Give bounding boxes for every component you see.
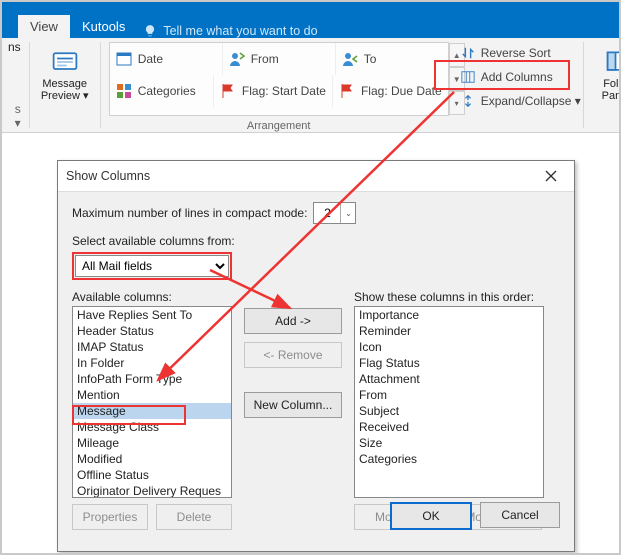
list-item[interactable]: Modified [73, 451, 231, 467]
close-button[interactable] [536, 164, 566, 188]
add-button[interactable]: Add -> [244, 308, 342, 334]
expand-collapse-icon [461, 94, 475, 108]
calendar-icon [116, 51, 132, 67]
person-to-icon [342, 51, 358, 67]
cancel-button[interactable]: Cancel [480, 502, 560, 528]
message-preview-label: Message Preview ▾ [41, 78, 89, 102]
available-label: Available columns: [72, 290, 232, 304]
gallery-to[interactable]: To [336, 43, 448, 75]
list-item[interactable]: Have Replies Sent To [73, 307, 231, 323]
gallery-categories-label: Categories [138, 84, 196, 98]
list-item[interactable]: Message Class [73, 419, 231, 435]
message-preview-icon [51, 48, 79, 76]
flag-icon [339, 83, 355, 99]
gallery-to-label: To [364, 52, 377, 66]
list-item[interactable]: IMAP Status [73, 339, 231, 355]
gallery-flag-due[interactable]: Flag: Due Date [333, 75, 448, 107]
remove-button: <- Remove [244, 342, 342, 368]
reverse-sort-icon [461, 46, 475, 60]
gallery-categories[interactable]: Categories [110, 75, 214, 107]
list-item[interactable]: Reminder [355, 323, 543, 339]
properties-button: Properties [72, 504, 148, 530]
select-from-label: Select available columns from: [72, 234, 560, 248]
lightbulb-icon [143, 24, 157, 38]
select-from-combo[interactable]: All Mail fields [75, 255, 229, 277]
arrangement-group-label: Arrangement [103, 120, 455, 132]
folder-pane-icon [605, 48, 621, 76]
expand-collapse-label: Expand/Collapse ▾ [481, 94, 581, 108]
list-item[interactable]: Flag Status [355, 355, 543, 371]
list-item[interactable]: Originator Delivery Reques [73, 483, 231, 498]
list-item[interactable]: Categories [355, 451, 543, 467]
close-icon [545, 170, 557, 182]
add-columns-icon [461, 70, 475, 84]
list-item[interactable]: Subject [355, 403, 543, 419]
gallery-from-label: From [251, 52, 279, 66]
folder-pane-label: Folder Pane ▾ [602, 78, 621, 102]
folder-pane-button[interactable]: Folder Pane ▾ [592, 40, 621, 110]
gallery-flag-start[interactable]: Flag: Start Date [214, 75, 333, 107]
list-item[interactable]: From [355, 387, 543, 403]
new-column-button[interactable]: New Column... [244, 392, 342, 418]
gallery-date-label: Date [138, 52, 163, 66]
person-from-icon [229, 51, 245, 67]
expand-collapse-button[interactable]: Expand/Collapse ▾ [461, 90, 581, 112]
message-preview-button[interactable]: Message Preview ▾ [38, 40, 92, 110]
add-columns-button[interactable]: Add Columns [461, 66, 581, 88]
list-item[interactable]: InfoPath Form Type [73, 371, 231, 387]
tab-kutools[interactable]: Kutools [70, 15, 137, 38]
categories-icon [116, 83, 132, 99]
delete-button: Delete [156, 504, 232, 530]
ok-button[interactable]: OK [390, 502, 472, 530]
reverse-sort-button[interactable]: Reverse Sort [461, 42, 581, 64]
list-item[interactable]: Header Status [73, 323, 231, 339]
list-item[interactable]: Icon [355, 339, 543, 355]
list-item[interactable]: Mileage [73, 435, 231, 451]
combo-highlight: All Mail fields [72, 252, 232, 280]
ribbon: ns s ▾ Message Preview ▾ Date [2, 38, 619, 133]
order-listbox[interactable]: ImportanceReminderIconFlag StatusAttachm… [354, 306, 544, 498]
spinner-toggle-icon[interactable]: ⌄ [340, 203, 355, 223]
list-item[interactable]: Importance [355, 307, 543, 323]
dialog-title: Show Columns [66, 169, 150, 183]
maxlines-input[interactable] [314, 205, 340, 221]
tab-strip: View Kutools Tell me what you want to do [2, 12, 619, 38]
truncated-group-b: s ▾ [8, 102, 21, 130]
list-item[interactable]: Message [73, 403, 231, 419]
add-columns-label: Add Columns [481, 70, 553, 84]
list-item[interactable]: Mention [73, 387, 231, 403]
show-columns-dialog: Show Columns Maximum number of lines in … [57, 160, 575, 552]
flag-icon [220, 83, 236, 99]
gallery-flag-due-label: Flag: Due Date [361, 84, 442, 98]
arrangement-gallery[interactable]: Date From To Categories [109, 42, 449, 116]
maxlines-spinner[interactable]: ⌄ [313, 202, 356, 224]
tab-view[interactable]: View [18, 15, 70, 38]
gallery-flag-start-label: Flag: Start Date [242, 84, 326, 98]
list-item[interactable]: Offline Status [73, 467, 231, 483]
reverse-sort-label: Reverse Sort [481, 46, 551, 60]
order-label: Show these columns in this order: [354, 290, 544, 304]
truncated-group-a: ns [8, 40, 21, 54]
list-item[interactable]: Size [355, 435, 543, 451]
list-item[interactable]: Received [355, 419, 543, 435]
list-item[interactable]: In Folder [73, 355, 231, 371]
list-item[interactable]: Attachment [355, 371, 543, 387]
available-listbox[interactable]: Have Replies Sent ToHeader StatusIMAP St… [72, 306, 232, 498]
gallery-date[interactable]: Date [110, 43, 223, 75]
maxlines-label: Maximum number of lines in compact mode: [72, 206, 307, 220]
tell-me-label: Tell me what you want to do [163, 24, 317, 38]
tell-me[interactable]: Tell me what you want to do [143, 24, 317, 38]
gallery-from[interactable]: From [223, 43, 336, 75]
